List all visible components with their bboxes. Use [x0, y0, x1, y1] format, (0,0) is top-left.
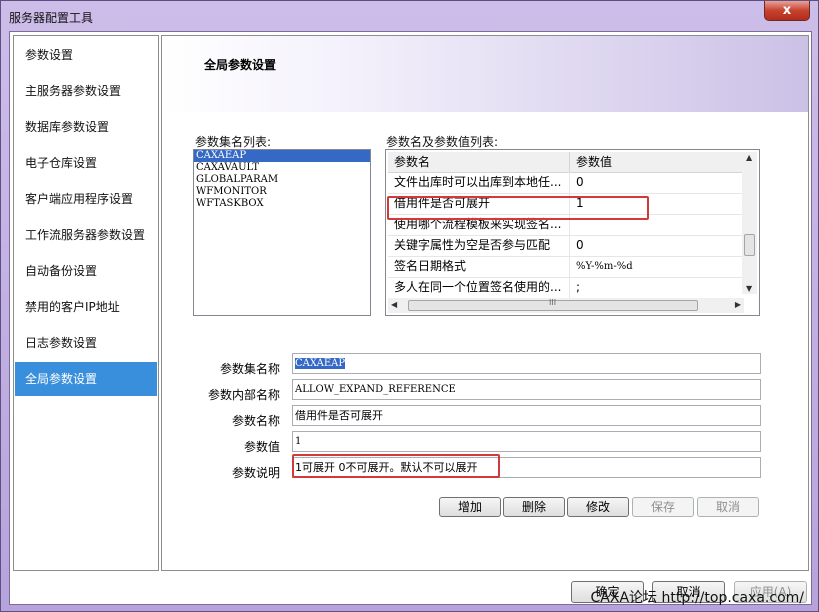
server-config-window: 服务器配置工具 x 参数设置 主服务器参数设置 数据库参数设置 电子仓库设置 客…: [0, 0, 819, 612]
column-header-name[interactable]: 参数名: [388, 152, 570, 172]
settings-nav: 参数设置 主服务器参数设置 数据库参数设置 电子仓库设置 客户端应用程序设置 工…: [13, 35, 159, 571]
internal-name-field[interactable]: ALLOW_EXPAND_REFERENCE: [292, 379, 761, 400]
scroll-up-icon[interactable]: ▲: [746, 153, 752, 162]
internal-name-label: 参数内部名称: [207, 388, 280, 402]
modify-button[interactable]: 修改: [567, 497, 629, 517]
table-row[interactable]: 关键字属性为空是否参与匹配 0: [388, 235, 744, 257]
vertical-scroll-thumb[interactable]: [744, 234, 755, 256]
scroll-grip: III: [549, 298, 557, 307]
nav-item-auto-backup[interactable]: 自动备份设置: [15, 254, 157, 288]
cell-value: 0: [576, 175, 584, 189]
param-grid[interactable]: 参数名 参数值 文件出库时可以出库到本地任... 0 借用件是否可展开 1 使用…: [385, 149, 760, 316]
cell-name: 签名日期格式: [388, 256, 570, 277]
set-name-field[interactable]: CAXAEAP: [292, 353, 761, 374]
cell-name: 多人在同一个位置签名使用的...: [388, 277, 570, 298]
nav-item-database[interactable]: 数据库参数设置: [15, 110, 157, 144]
nav-item-global-params[interactable]: 全局参数设置: [15, 362, 157, 396]
close-button[interactable]: x: [764, 1, 810, 21]
nav-item-vault[interactable]: 电子仓库设置: [15, 146, 157, 180]
scroll-down-icon[interactable]: ▼: [746, 284, 752, 293]
column-header-value[interactable]: 参数值: [570, 152, 744, 172]
param-name-label: 参数名称: [231, 414, 280, 428]
nav-item-log-params[interactable]: 日志参数设置: [15, 326, 157, 360]
set-name-label: 参数集名称: [219, 362, 280, 376]
client-area: 参数设置 主服务器参数设置 数据库参数设置 电子仓库设置 客户端应用程序设置 工…: [9, 31, 812, 605]
grid-header: 参数名 参数值: [388, 152, 744, 173]
nav-item-params[interactable]: 参数设置: [15, 38, 157, 72]
cell-value: 0: [576, 238, 584, 252]
main-panel: 全局参数设置 参数集名列表: CAXAEAP CAXAVAULT GLOBALP…: [161, 35, 809, 571]
param-value-field[interactable]: 1: [292, 431, 761, 452]
nav-item-banned-ip[interactable]: 禁用的客户IP地址: [15, 290, 157, 324]
param-set-listbox[interactable]: CAXAEAP CAXAVAULT GLOBALPARAM WFMONITOR …: [193, 149, 371, 316]
list-item[interactable]: GLOBALPARAM: [194, 174, 370, 186]
cell-name: 关键字属性为空是否参与匹配: [388, 235, 570, 256]
table-row[interactable]: 多人在同一个位置签名使用的... ;: [388, 277, 744, 299]
page-title: 全局参数设置: [204, 58, 277, 72]
param-value-label: 参数值: [243, 440, 280, 454]
table-row[interactable]: 签名日期格式 %Y-%m-%d: [388, 256, 744, 278]
nav-item-main-server[interactable]: 主服务器参数设置: [15, 74, 157, 108]
nav-item-client-apps[interactable]: 客户端应用程序设置: [15, 182, 157, 216]
grid-vertical-scrollbar[interactable]: ▲ ▼: [742, 152, 757, 294]
header-band: 全局参数设置: [162, 36, 808, 112]
horizontal-scroll-thumb[interactable]: III: [408, 298, 698, 311]
nav-item-workflow-server[interactable]: 工作流服务器参数设置: [15, 218, 157, 252]
cell-name: 文件出库时可以出库到本地任...: [388, 172, 570, 193]
scroll-left-icon[interactable]: ◀: [391, 300, 397, 309]
window-title: 服务器配置工具: [9, 11, 94, 25]
description-label: 参数说明: [231, 466, 280, 480]
cancel-edit-button[interactable]: 取消: [697, 497, 759, 517]
cell-value: ;: [576, 280, 581, 294]
table-row[interactable]: 文件出库时可以出库到本地任... 0: [388, 172, 744, 194]
delete-button[interactable]: 删除: [503, 497, 565, 517]
highlight-box: [387, 196, 649, 220]
list-item[interactable]: CAXAVAULT: [194, 162, 370, 174]
param-list-label: 参数名及参数值列表:: [386, 135, 499, 149]
cell-value: %Y-%m-%d: [576, 261, 633, 272]
grid-horizontal-scrollbar[interactable]: ◀ III ▶: [388, 298, 744, 313]
scroll-right-icon[interactable]: ▶: [735, 300, 741, 309]
param-name-field[interactable]: 借用件是否可展开: [292, 405, 761, 426]
title-bar: 服务器配置工具 x: [1, 1, 818, 31]
selected-text: CAXAEAP: [295, 358, 346, 369]
list-item[interactable]: CAXAEAP: [194, 150, 370, 162]
save-button[interactable]: 保存: [632, 497, 694, 517]
highlight-box: [292, 454, 500, 478]
add-button[interactable]: 增加: [439, 497, 501, 517]
list-item[interactable]: WFTASKBOX: [194, 198, 370, 210]
list-item[interactable]: WFMONITOR: [194, 186, 370, 198]
set-list-label: 参数集名列表:: [195, 135, 272, 149]
close-icon: x: [782, 3, 792, 18]
watermark-text: CAXA论坛 http://top.caxa.com/: [590, 590, 804, 606]
